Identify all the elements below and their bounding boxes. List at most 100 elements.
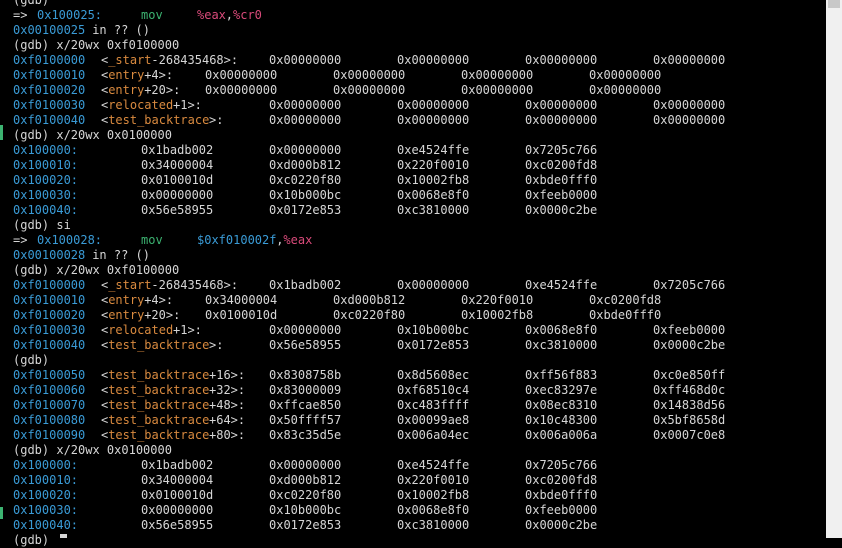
symbol-offset: +32>: (209, 383, 246, 397)
symbol-bracket: < (101, 278, 109, 292)
terminal-line: 0x100040: 0x56e58955 0x0172e853 0xc3810000 0… (0, 518, 826, 533)
memory-word: 0x10b000bc (269, 188, 342, 202)
symbol-bracket: < (101, 383, 109, 397)
memory-word: 0x10b000bc (397, 323, 470, 337)
memory-word: 0xd000b812 (333, 293, 406, 307)
instruction-address: 0x100025: (37, 8, 103, 22)
memory-word: 0x10002fb8 (461, 308, 534, 322)
memory-address: 0xf0100060 (13, 383, 86, 397)
memory-word: 0x34000004 (205, 293, 278, 307)
symbol-offset: +4>: (144, 293, 174, 307)
memory-word: 0xfeeb0000 (653, 323, 726, 337)
memory-address: 0xf0100050 (13, 368, 86, 382)
memory-word: 0xc0e850ff (653, 368, 726, 382)
scrollbar-thumb[interactable] (828, 0, 840, 8)
memory-word: 0x08ec8310 (525, 398, 598, 412)
symbol-offset: >: (209, 113, 224, 127)
memory-word: 0x0172e853 (269, 203, 342, 217)
memory-address: 0xf0100030 (13, 323, 86, 337)
memory-word: 0x56e58955 (269, 338, 342, 352)
terminal-line: 0xf0100000 < _start -268435468>: 0x1badb002 0… (0, 278, 826, 293)
symbol-bracket: < (101, 323, 109, 337)
symbol-offset: -268435468>: (151, 278, 239, 292)
memory-word: 0xe4524ffe (525, 278, 598, 292)
terminal-line: 0x100010: 0x34000004 0xd000b812 0x220f0010 0… (0, 473, 826, 488)
terminal-line: => 0x100025: mov %eax, %cr0 (0, 8, 826, 23)
terminal-line: (gdb) x/20wx 0xf0100000 (0, 38, 826, 53)
pc-arrow: => (13, 8, 28, 22)
memory-word: 0xc3810000 (397, 203, 470, 217)
symbol-bracket: < (101, 113, 109, 127)
memory-address: 0x100000: (13, 458, 79, 472)
memory-word: 0xffcae850 (269, 398, 342, 412)
terminal-line: 0xf0100020 < entry +20>: 0x0100010d 0xc0220f8… (0, 308, 826, 323)
memory-address: 0x100030: (13, 188, 79, 202)
memory-word: 0x7205c766 (525, 143, 598, 157)
memory-word: 0xbde0fff0 (589, 308, 662, 322)
terminal-line: (gdb) (0, 533, 826, 548)
symbol-name: _start (108, 53, 152, 67)
memory-word: 0xc0200fd8 (525, 473, 598, 487)
memory-word: 0xf68510c4 (397, 383, 470, 397)
memory-word: 0x00099ae8 (397, 413, 470, 427)
memory-address: 0xf0100000 (13, 53, 86, 67)
memory-word: 0xc0200fd8 (525, 158, 598, 172)
vertical-scrollbar[interactable] (826, 0, 842, 538)
terminal-line: (gdb) si (0, 218, 826, 233)
memory-word: 0xd000b812 (269, 473, 342, 487)
memory-address: 0xf0100090 (13, 428, 86, 442)
terminal-line: 0x100000: 0x1badb002 0x00000000 0xe4524ffe 0… (0, 458, 826, 473)
terminal-line: => 0x100028: mov $0xf010002f, %eax (0, 233, 826, 248)
gdb-prompt: (gdb) x/20wx 0x0100000 (13, 443, 172, 457)
memory-word: 0x1badb002 (269, 278, 342, 292)
memory-word: 0xe4524ffe (397, 143, 470, 157)
terminal-line: 0x100030: 0x00000000 0x10b000bc 0x0068e8f0 0… (0, 503, 826, 518)
memory-address: 0xf0100070 (13, 398, 86, 412)
terminal-line: (gdb) x/20wx 0xf0100000 (0, 263, 826, 278)
terminal-line: 0xf0100060 < test_backtrace +32>: 0x83000009… (0, 383, 826, 398)
memory-word: 0x220f0010 (397, 473, 470, 487)
memory-address: 0x100030: (13, 503, 79, 517)
symbol-name: entry (108, 83, 145, 97)
memory-word: 0x00000000 (397, 113, 470, 127)
terminal-line: 0xf0100040 < test_backtrace >: 0x00000000 0x0… (0, 113, 826, 128)
memory-word: 0xbde0fff0 (525, 488, 598, 502)
memory-word: 0x0007c0e8 (653, 428, 726, 442)
memory-word: 0xc0220f80 (333, 308, 406, 322)
memory-address: 0xf0100040 (13, 113, 86, 127)
memory-word: 0x5bf8658d (653, 413, 726, 427)
memory-word: 0xd000b812 (269, 158, 342, 172)
memory-address: 0x100000: (13, 143, 79, 157)
memory-word: 0x8308758b (269, 368, 342, 382)
terminal-output[interactable]: (gdb) => 0x100025: mov %eax, %cr0 0x00100025 in… (0, 0, 826, 547)
terminal-line: 0xf0100010 < entry +4>: 0x34000004 0xd000b812… (0, 293, 826, 308)
gdb-prompt: (gdb) x/20wx 0x0100000 (13, 128, 172, 142)
memory-word: 0x0100010d (141, 173, 214, 187)
memory-address: 0xf0100030 (13, 98, 86, 112)
symbol-bracket: < (101, 368, 109, 382)
memory-word: 0x0100010d (205, 308, 278, 322)
memory-word: 0x00000000 (397, 278, 470, 292)
memory-address: 0x100040: (13, 203, 79, 217)
memory-word: 0x0068e8f0 (525, 323, 598, 337)
memory-address: 0xf0100080 (13, 413, 86, 427)
instruction-address: 0x100028: (37, 233, 103, 247)
memory-word: 0xc3810000 (397, 518, 470, 532)
memory-word: 0x10002fb8 (397, 173, 470, 187)
memory-word: 0xbde0fff0 (525, 173, 598, 187)
symbol-offset: +4>: (144, 68, 174, 82)
gdb-prompt: (gdb) (13, 533, 50, 547)
symbol-name: _start (108, 278, 152, 292)
memory-word: 0x00000000 (269, 143, 342, 157)
selection-gutter (0, 125, 3, 140)
memory-address: 0xf0100040 (13, 338, 86, 352)
terminal-line: 0x100020: 0x0100010d 0xc0220f80 0x10002fb8 0… (0, 488, 826, 503)
symbol-name: entry (108, 308, 145, 322)
terminal-line: 0xf0100030 < relocated +1>: 0x00000000 0x10b0… (0, 323, 826, 338)
symbol-offset: +48>: (209, 398, 246, 412)
memory-word: 0x00000000 (333, 68, 406, 82)
memory-word: 0x00000000 (589, 68, 662, 82)
memory-word: 0x34000004 (141, 473, 214, 487)
terminal-line: 0xf0100030 < relocated +1>: 0x00000000 0x0000… (0, 98, 826, 113)
symbol-offset: +20>: (144, 308, 181, 322)
